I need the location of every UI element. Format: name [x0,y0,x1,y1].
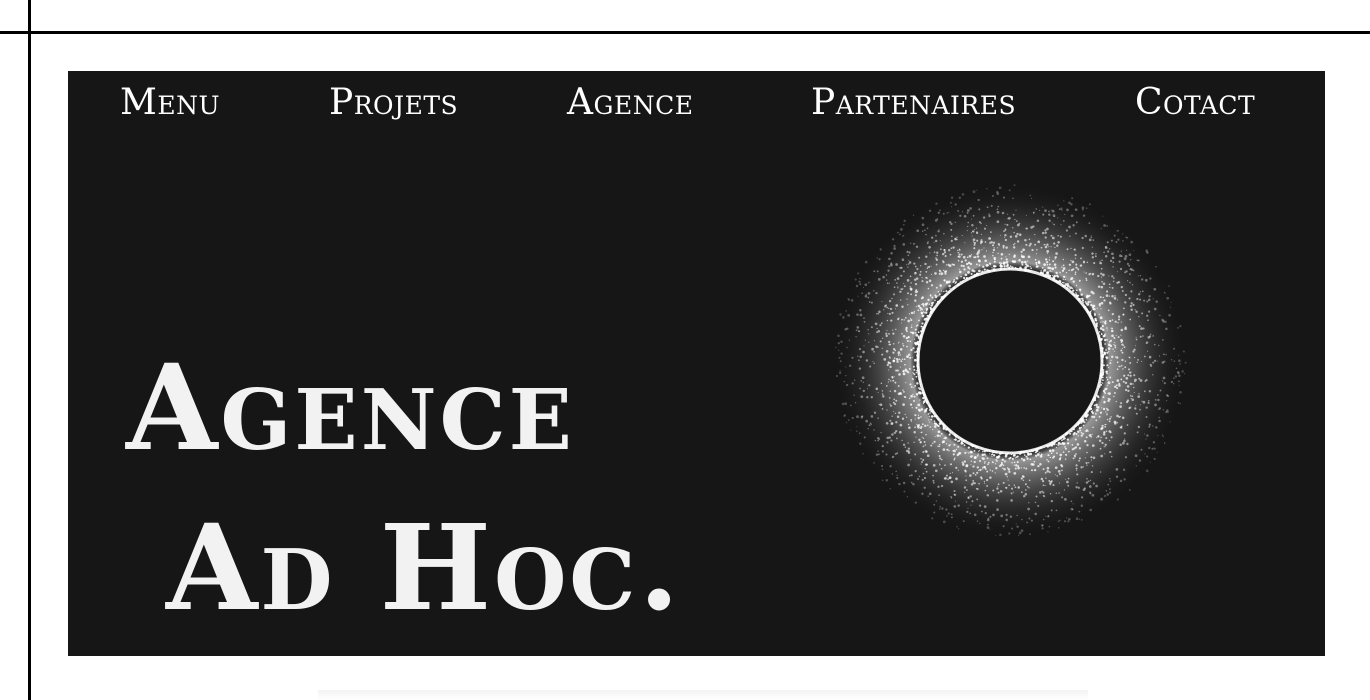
nav-item-contact[interactable]: Cotact [1135,83,1255,123]
hero-title-line1: Agence [126,338,575,478]
ring-core [921,272,1099,450]
page: Menu Projets Agence Partenaires Cotact A… [0,0,1370,700]
nav-item-menu[interactable]: Menu [120,83,220,123]
frame-divider-vertical [28,0,31,700]
main-navigation: Menu Projets Agence Partenaires Cotact [68,71,1325,137]
particle-ring-graphic [832,183,1188,539]
nav-item-agence[interactable]: Agence [567,83,693,123]
hero-title-line2: Ad Hoc. [166,498,683,638]
next-section-edge [318,690,1088,700]
frame-divider-horizontal [0,31,1370,34]
nav-item-partenaires[interactable]: Partenaires [811,83,1016,123]
nav-item-projets[interactable]: Projets [329,83,458,123]
particle-ring-icon [830,181,1190,541]
hero-title: Agence Ad Hoc. [126,328,826,648]
hero-banner: Menu Projets Agence Partenaires Cotact A… [68,71,1325,656]
